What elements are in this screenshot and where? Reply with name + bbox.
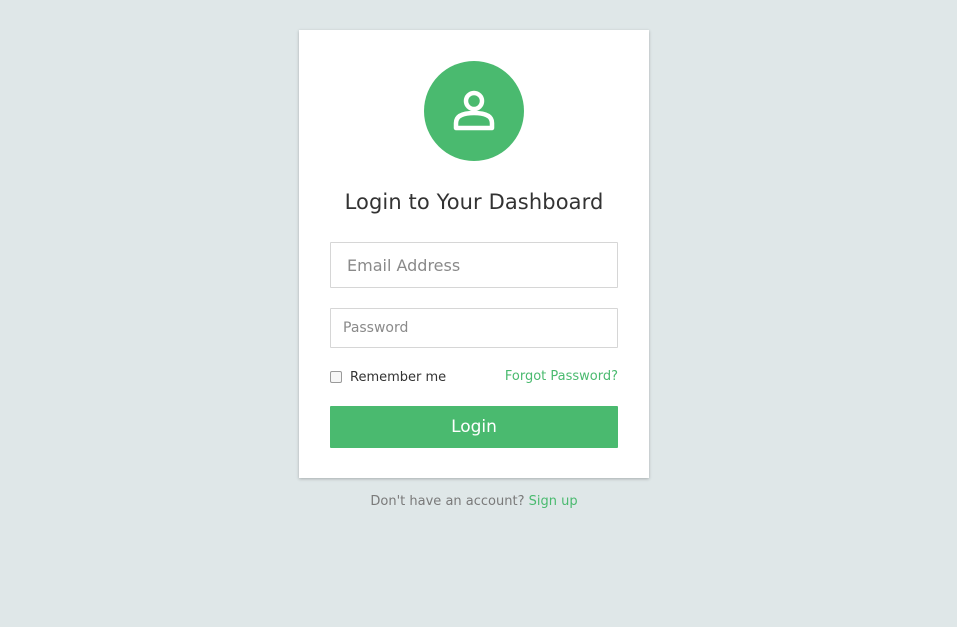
page-title: Login to Your Dashboard — [344, 190, 604, 214]
login-card: Login to Your Dashboard Remember me Forg… — [299, 30, 649, 478]
login-button[interactable]: Login — [330, 406, 618, 448]
forgot-password-link[interactable]: Forgot Password? — [505, 368, 618, 386]
login-page: Login to Your Dashboard Remember me Forg… — [0, 0, 957, 627]
password-field[interactable] — [330, 308, 618, 348]
signup-link[interactable]: Sign up — [529, 494, 578, 509]
avatar — [424, 61, 524, 161]
user-icon — [453, 90, 495, 131]
remember-me[interactable]: Remember me — [330, 368, 446, 386]
signup-prompt: Don't have an account? — [370, 494, 529, 509]
remember-label: Remember me — [350, 369, 447, 385]
signup-row: Don't have an account? Sign up — [299, 494, 649, 509]
remember-checkbox[interactable] — [330, 371, 342, 383]
email-field[interactable] — [330, 242, 618, 288]
